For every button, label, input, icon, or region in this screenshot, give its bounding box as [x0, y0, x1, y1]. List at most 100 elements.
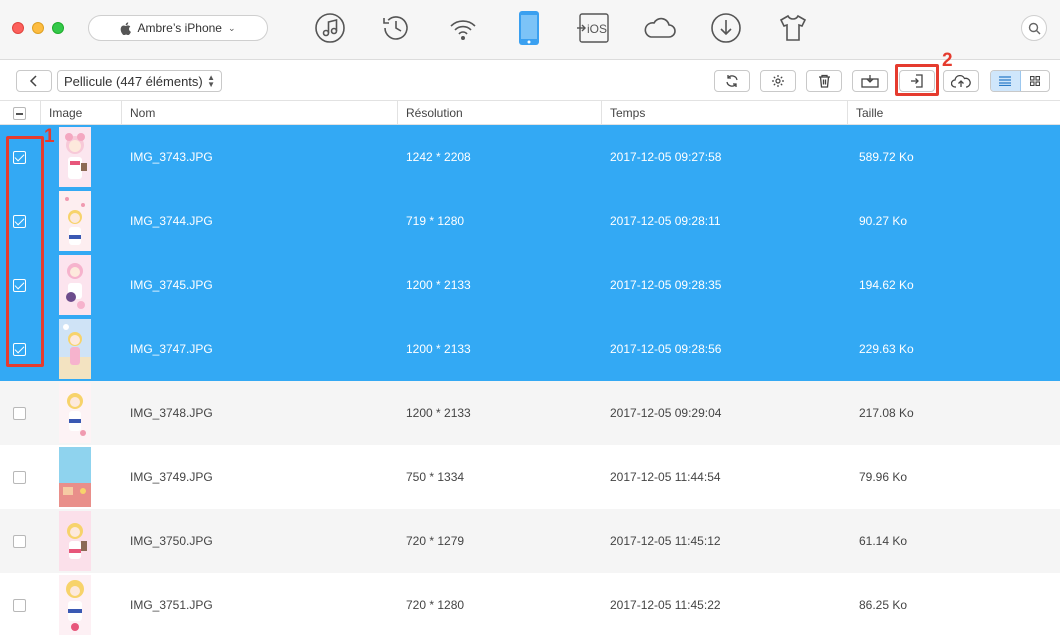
row-checkbox[interactable]: [13, 215, 26, 228]
row-resolution: 1200 * 2133: [406, 406, 471, 420]
import-to-device-icon: [911, 74, 923, 88]
row-time: 2017-12-05 09:28:11: [610, 214, 721, 228]
photo-thumbnail: [59, 447, 91, 507]
refresh-button[interactable]: [714, 70, 750, 92]
table-row[interactable]: IMG_3747.JPG 1200 * 2133 2017-12-05 09:2…: [0, 317, 1060, 381]
refresh-icon: [726, 75, 738, 87]
row-resolution: 720 * 1280: [406, 598, 465, 612]
chevron-down-icon: ⌄: [227, 22, 236, 33]
column-header-image[interactable]: Image: [40, 101, 121, 125]
row-name: IMG_3748.JPG: [130, 406, 213, 420]
callout-number-2: 2: [942, 50, 953, 71]
row-name: IMG_3744.JPG: [130, 214, 213, 228]
grid-view-button[interactable]: [1021, 71, 1050, 91]
row-checkbox[interactable]: [13, 599, 26, 612]
table-row[interactable]: IMG_3750.JPG 720 * 1279 2017-12-05 11:45…: [0, 509, 1060, 573]
row-time: 2017-12-05 09:27:58: [610, 150, 722, 164]
table-row[interactable]: IMG_3743.JPG 1242 * 2208 2017-12-05 09:2…: [0, 125, 1060, 189]
close-window-button[interactable]: [12, 22, 24, 34]
minimize-window-button[interactable]: [32, 22, 44, 34]
trash-icon: [818, 74, 830, 88]
row-name: IMG_3747.JPG: [130, 342, 213, 356]
photo-thumbnail: [59, 255, 91, 315]
row-name: IMG_3751.JPG: [130, 598, 213, 612]
zoom-window-button[interactable]: [52, 22, 64, 34]
music-icon[interactable]: [312, 10, 348, 46]
column-header-time[interactable]: Temps: [601, 101, 847, 125]
album-label: Pellicule (447 éléments): [64, 73, 203, 89]
row-time: 2017-12-05 11:45:12: [610, 534, 721, 548]
chevron-left-icon: [29, 75, 37, 87]
photo-thumbnail: [59, 383, 91, 443]
row-resolution: 1200 * 2133: [406, 278, 471, 292]
cloud-upload-icon: [951, 74, 971, 88]
list-view-icon: [999, 76, 1012, 86]
delete-button[interactable]: [806, 70, 842, 92]
photo-thumbnail: [59, 319, 91, 379]
row-name: IMG_3745.JPG: [130, 278, 213, 292]
gear-icon: [772, 75, 784, 87]
row-size: 79.96 Ko: [859, 470, 908, 484]
column-header-size[interactable]: Taille: [847, 101, 1060, 125]
row-resolution: 720 * 1279: [406, 534, 465, 548]
ios-label: iOS: [587, 22, 607, 36]
export-to-computer-button[interactable]: [852, 70, 888, 92]
table-row[interactable]: IMG_3751.JPG 720 * 1280 2017-12-05 11:45…: [0, 573, 1060, 635]
row-size: 194.62 Ko: [859, 278, 914, 292]
row-time: 2017-12-05 09:28:56: [610, 342, 722, 356]
photo-thumbnail: [59, 575, 91, 635]
row-time: 2017-12-05 11:45:22: [610, 598, 721, 612]
row-checkbox[interactable]: [13, 535, 26, 548]
callout-number-1: 1: [44, 126, 55, 147]
table-row[interactable]: IMG_3748.JPG 1200 * 2133 2017-12-05 09:2…: [0, 381, 1060, 445]
tshirt-icon[interactable]: [775, 10, 811, 46]
add-to-device-button[interactable]: [899, 70, 935, 92]
row-size: 90.27 Ko: [859, 214, 908, 228]
table-row[interactable]: IMG_3749.JPG 750 * 1334 2017-12-05 11:44…: [0, 445, 1060, 509]
upload-to-cloud-button[interactable]: [943, 70, 979, 92]
search-button[interactable]: [1021, 15, 1047, 41]
row-time: 2017-12-05 11:44:54: [610, 470, 721, 484]
table-row[interactable]: IMG_3744.JPG 719 * 1280 2017-12-05 09:28…: [0, 189, 1060, 253]
row-time: 2017-12-05 09:29:04: [610, 406, 722, 420]
download-icon[interactable]: [708, 10, 744, 46]
to-ios-icon[interactable]: iOS: [576, 10, 612, 46]
column-header-name[interactable]: Nom: [121, 101, 397, 125]
column-header-resolution[interactable]: Résolution: [397, 101, 601, 125]
history-icon[interactable]: [378, 10, 414, 46]
settings-button[interactable]: [760, 70, 796, 92]
iphone-icon[interactable]: [511, 10, 547, 46]
wifi-sync-icon[interactable]: [445, 10, 481, 46]
row-resolution: 1242 * 2208: [406, 150, 471, 164]
photo-thumbnail: [59, 511, 91, 571]
device-selector[interactable]: Ambre’s iPhone ⌄: [88, 15, 268, 41]
photo-table: IMG_3743.JPG 1242 * 2208 2017-12-05 09:2…: [0, 125, 1060, 635]
row-checkbox[interactable]: [13, 151, 26, 164]
album-selector[interactable]: Pellicule (447 éléments) ▲ ▼: [57, 70, 222, 92]
row-checkbox[interactable]: [13, 343, 26, 356]
photo-thumbnail: [59, 191, 91, 251]
list-view-button[interactable]: [991, 71, 1021, 91]
apple-icon: [121, 21, 132, 35]
select-all-checkbox[interactable]: [13, 107, 26, 120]
search-icon: [1028, 22, 1040, 34]
row-checkbox[interactable]: [13, 279, 26, 292]
row-checkbox[interactable]: [13, 471, 26, 484]
table-header: Image Nom Résolution Temps Taille: [0, 101, 1060, 125]
photo-thumbnail: [59, 127, 91, 187]
table-row[interactable]: IMG_3745.JPG 1200 * 2133 2017-12-05 09:2…: [0, 253, 1060, 317]
row-size: 217.08 Ko: [859, 406, 914, 420]
cloud-icon[interactable]: [642, 10, 678, 46]
row-size: 86.25 Ko: [859, 598, 908, 612]
row-checkbox[interactable]: [13, 407, 26, 420]
row-name: IMG_3750.JPG: [130, 534, 213, 548]
row-size: 589.72 Ko: [859, 150, 914, 164]
export-to-computer-icon: [861, 75, 879, 88]
row-resolution: 719 * 1280: [406, 214, 465, 228]
back-button[interactable]: [16, 70, 52, 92]
row-resolution: 1200 * 2133: [406, 342, 471, 356]
updown-chevron-icon: ▲ ▼: [207, 73, 215, 89]
row-resolution: 750 * 1334: [406, 470, 465, 484]
toolbar: Pellicule (447 éléments) ▲ ▼: [0, 61, 1060, 101]
device-name: Ambre’s iPhone: [137, 21, 222, 35]
